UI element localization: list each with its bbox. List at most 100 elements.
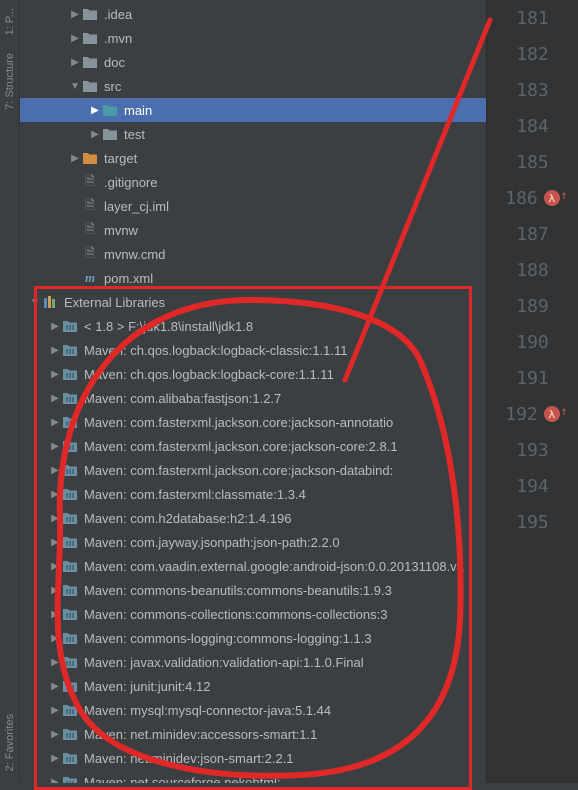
chevron-right-icon[interactable]: ▶ [48,369,62,380]
chevron-right-icon[interactable]: ▶ [48,729,62,740]
tree-item-label: pom.xml [104,271,153,286]
chevron-right-icon[interactable]: ▶ [48,441,62,452]
chevron-right-icon[interactable]: ▶ [68,9,82,20]
lambda-gutter-icon[interactable]: λ↑ [544,406,560,422]
chevron-right-icon[interactable]: ▶ [68,57,82,68]
library-icon [62,750,78,766]
gutter-line[interactable]: 187 [487,216,578,252]
tree-item-label: Maven: ch.qos.logback:logback-core:1.1.1… [84,367,334,382]
library-icon [62,606,78,622]
line-number: 193 [516,440,549,461]
tree-item-label: .gitignore [104,175,157,190]
line-number: 190 [516,332,549,353]
gutter-line[interactable]: 185 [487,144,578,180]
tree-item-label: Maven: com.alibaba:fastjson:1.2.7 [84,391,281,406]
library-icon [62,702,78,718]
line-number: 183 [516,80,549,101]
file-icon: 🗎 [82,198,98,214]
library-icon [62,582,78,598]
line-number: 181 [516,8,549,29]
chevron-down-icon[interactable]: ▼ [68,81,82,92]
tab-favorites[interactable]: 2: Favorites [4,710,16,775]
library-icon [62,630,78,646]
chevron-right-icon[interactable]: ▶ [48,777,62,784]
tree-item-label: layer_cj.iml [104,199,169,214]
chevron-right-icon[interactable]: ▶ [68,33,82,44]
gutter-line[interactable]: 189 [487,288,578,324]
gutter-line[interactable]: 186 λ↑ [487,180,578,216]
chevron-right-icon[interactable]: ▶ [48,345,62,356]
gutter-line[interactable]: 182 [487,36,578,72]
tree-item-label: Maven: net.sourceforge.nekohtml:... [84,775,291,784]
chevron-right-icon[interactable]: ▶ [48,609,62,620]
tree-item-label: Maven: commons-beanutils:commons-beanuti… [84,583,392,598]
tab-project[interactable]: 1: P... [4,4,16,39]
chevron-right-icon[interactable]: ▶ [48,321,62,332]
gutter-line[interactable]: 194 [487,468,578,504]
line-number: 188 [516,260,549,281]
gutter-line[interactable]: 193 [487,432,578,468]
chevron-right-icon[interactable]: ▶ [88,129,102,140]
chevron-right-icon[interactable]: ▶ [48,585,62,596]
tree-item-label: Maven: com.jayway.jsonpath:json-path:2.2… [84,535,340,550]
gutter-line[interactable]: 190 [487,324,578,360]
chevron-right-icon[interactable]: ▶ [48,537,62,548]
gutter-line[interactable]: 183 [487,72,578,108]
chevron-right-icon[interactable]: ▶ [48,681,62,692]
tree-item-label: Maven: com.fasterxml.jackson.core:jackso… [84,415,393,430]
tree-item-label: Maven: com.fasterxml:classmate:1.3.4 [84,487,306,502]
chevron-right-icon[interactable]: ▶ [68,153,82,164]
gutter-line[interactable]: 181 [487,0,578,36]
line-number: 195 [516,512,549,533]
library-icon [62,678,78,694]
tree-item-label: Maven: mysql:mysql-connector-java:5.1.44 [84,703,331,718]
line-number: 194 [516,476,549,497]
tree-item-label: Maven: junit:junit:4.12 [84,679,210,694]
maven-pom-icon: m [82,270,98,286]
chevron-right-icon[interactable]: ▶ [48,417,62,428]
tab-structure[interactable]: 7: Structure [4,49,16,114]
chevron-right-icon[interactable]: ▶ [48,513,62,524]
tree-item-label: Maven: commons-collections:commons-colle… [84,607,387,622]
library-icon [62,342,78,358]
library-icon [62,438,78,454]
folder-icon [82,6,98,22]
folder-icon [102,126,118,142]
tree-item-label: Maven: com.vaadin.external.google:androi… [84,559,464,574]
chevron-right-icon[interactable]: ▶ [48,753,62,764]
chevron-down-icon[interactable]: ▼ [28,297,42,308]
chevron-right-icon[interactable]: ▶ [48,465,62,476]
chevron-right-icon[interactable]: ▶ [48,657,62,668]
gutter-line[interactable]: 188 [487,252,578,288]
file-icon: 🗎 [82,222,98,238]
editor-gutter: 181 182 183 184185 186 λ↑ 187 188 189 190 191 192 λ↑… [486,0,578,783]
chevron-right-icon[interactable]: ▶ [48,393,62,404]
lambda-gutter-icon[interactable]: λ↑ [544,190,560,206]
chevron-right-icon[interactable]: ▶ [48,705,62,716]
line-number: 191 [516,368,549,389]
gutter-line[interactable]: 191 [487,360,578,396]
library-icon [62,414,78,430]
library-icon [62,462,78,478]
line-number: 187 [516,224,549,245]
line-number: 182 [516,44,549,65]
tree-item-label: mvnw [104,223,138,238]
library-icon [62,486,78,502]
tool-tab-strip: 1: P... 7: Structure 2: Favorites [0,0,20,783]
chevron-right-icon[interactable]: ▶ [88,105,102,116]
gutter-line[interactable]: 192 λ↑ [487,396,578,432]
gutter-line[interactable]: 184 [487,108,578,144]
tree-item-label: External Libraries [64,295,165,310]
chevron-right-icon[interactable]: ▶ [48,633,62,644]
chevron-right-icon[interactable]: ▶ [48,561,62,572]
tree-item-label: Maven: com.h2database:h2:1.4.196 [84,511,291,526]
folder-icon [82,78,98,94]
tree-item-label: Maven: net.minidev:accessors-smart:1.1 [84,727,317,742]
line-number: 192 [505,404,538,425]
folder-source-icon [102,102,118,118]
line-number: 186 [505,188,538,209]
chevron-right-icon[interactable]: ▶ [48,489,62,500]
gutter-line[interactable]: 195 [487,504,578,540]
library-icon [62,390,78,406]
tree-item-label: .idea [104,7,132,22]
